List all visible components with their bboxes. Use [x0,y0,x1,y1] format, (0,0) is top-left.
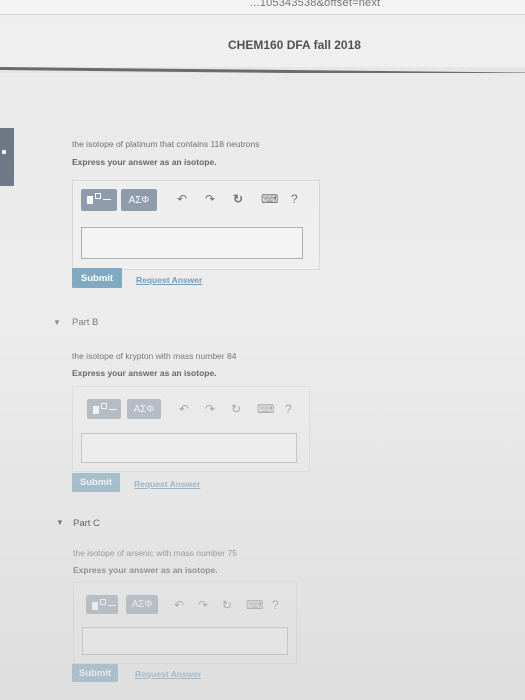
undo-icon[interactable]: ↶ [179,402,189,416]
partB-question: the isotope of krypton with mass number … [72,351,237,361]
partC-collapse-caret[interactable]: ▼ [56,518,64,527]
template-box-icon [100,599,106,605]
help-icon[interactable]: ? [291,192,298,206]
page-title: CHEM160 DFA fall 2018 [228,38,361,52]
template-block-icon [92,602,98,610]
undo-icon[interactable]: ↶ [177,192,187,206]
side-nav-tab[interactable] [0,128,14,186]
partA-request-answer-link[interactable]: Request Answer [136,275,202,285]
partA-submit-button[interactable]: Submit [72,268,122,288]
browser-url-bar[interactable]: ...105343538&offset=next [0,0,525,15]
partC-submit-button[interactable]: Submit [72,664,118,682]
partC-instruction: Express your answer as an isotope. [73,565,218,575]
partA-question: the isotope of platinum that contains 11… [72,139,260,149]
partB-submit-button[interactable]: Submit [72,473,120,492]
keyboard-icon[interactable]: ⌨ [246,598,263,612]
template-block-icon [93,406,99,414]
partB-answer-editor: ΑΣΦ ↶ ↷ ↻ ⌨ ? [72,386,310,472]
partB-request-answer-link[interactable]: Request Answer [134,479,200,489]
greek-symbols-button[interactable]: ΑΣΦ [126,595,158,614]
partB-collapse-caret[interactable]: ▼ [53,318,61,327]
templates-button[interactable] [87,399,121,419]
greek-symbols-button[interactable]: ΑΣΦ [121,189,157,211]
partC-request-answer-link[interactable]: Request Answer [135,669,201,679]
keyboard-icon[interactable]: ⌨ [257,402,274,416]
template-box-icon [101,403,107,409]
partC-answer-editor: ΑΣΦ ↶ ↷ ↻ ⌨ ? [73,582,297,664]
partA-answer-editor: ΑΣΦ ↶ ↷ ↻ ⌨ ? [72,180,320,270]
template-box-icon [95,193,101,199]
partB-answer-input[interactable] [81,433,297,463]
partA-answer-input[interactable] [81,227,303,259]
keyboard-icon[interactable]: ⌨ [261,192,278,206]
undo-icon[interactable]: ↶ [174,598,184,612]
partC-question: the isotope of arsenic with mass number … [73,548,237,558]
redo-icon[interactable]: ↷ [205,402,215,416]
template-line-icon [108,605,116,606]
url-text: ...105343538&offset=next [250,0,381,9]
help-icon[interactable]: ? [285,402,292,416]
help-icon[interactable]: ? [272,598,279,612]
template-line-icon [109,409,117,410]
redo-icon[interactable]: ↷ [205,192,215,206]
greek-symbols-button[interactable]: ΑΣΦ [127,399,161,419]
partC-answer-input[interactable] [82,627,288,655]
redo-icon[interactable]: ↷ [198,598,208,612]
side-nav-indicator [2,150,6,154]
reset-icon[interactable]: ↻ [222,598,232,612]
template-line-icon [103,199,111,200]
partA-instruction: Express your answer as an isotope. [72,157,217,167]
templates-button[interactable] [81,189,117,211]
partB-title: Part B [72,317,99,328]
partC-title: Part C [73,518,100,529]
reset-icon[interactable]: ↻ [233,192,243,206]
partB-instruction: Express your answer as an isotope. [72,368,217,378]
templates-button[interactable] [86,595,118,614]
reset-icon[interactable]: ↻ [231,402,241,416]
template-block-icon [87,196,93,204]
